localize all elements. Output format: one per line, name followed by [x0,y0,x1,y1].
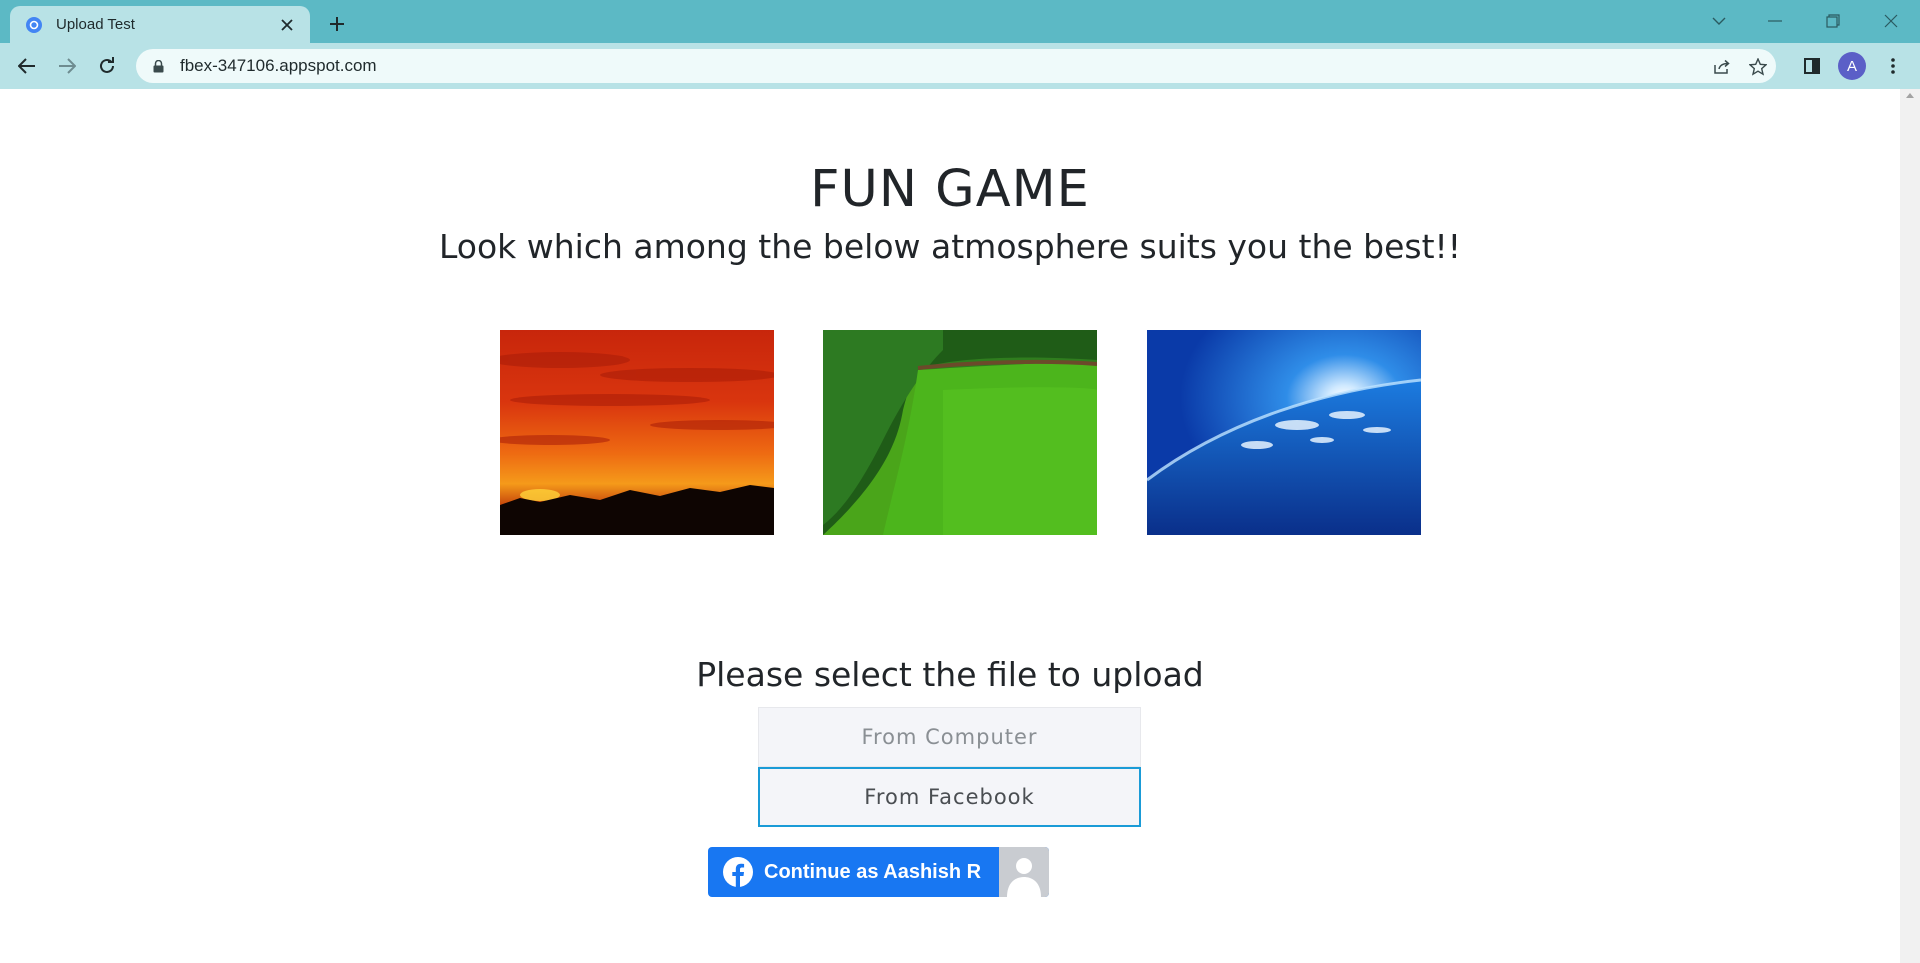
upload-heading: Please select the file to upload [696,655,1204,694]
facebook-continue-label: Continue as Aashish R [764,860,982,883]
profile-avatar[interactable]: A [1838,52,1866,80]
browser-tab[interactable]: Upload Test [10,6,310,43]
from-computer-button[interactable]: From Computer [758,707,1141,767]
address-bar[interactable]: fbex-347106.appspot.com [136,49,1776,83]
vertical-scrollbar[interactable] [1900,89,1920,963]
page-subtitle: Look which among the below atmosphere su… [438,227,1462,266]
side-panel-icon[interactable] [1798,52,1826,80]
forward-icon[interactable] [51,50,83,82]
share-icon[interactable] [1712,57,1732,77]
facebook-continue-button[interactable]: Continue as Aashish R [708,847,1049,897]
from-facebook-button[interactable]: From Facebook [758,767,1141,827]
menu-icon[interactable] [1879,52,1907,80]
tab-title: Upload Test [56,16,135,33]
page-content: FUN GAME Look which among the below atmo… [0,89,1900,963]
browser-toolbar: fbex-347106.appspot.com A [0,43,1920,89]
facebook-profile-avatar [999,847,1049,897]
lock-icon[interactable] [150,58,166,74]
back-icon[interactable] [11,50,43,82]
restore-icon[interactable] [1818,6,1848,36]
new-tab-button[interactable] [322,9,352,39]
page-title: FUN GAME [810,160,1090,219]
lawn-image[interactable] [823,330,1098,535]
minimize-icon[interactable] [1760,6,1790,36]
browser-tab-bar: Upload Test [0,0,1920,43]
close-icon[interactable] [276,14,298,36]
window-close-icon[interactable] [1876,6,1906,36]
url-text: fbex-347106.appspot.com [180,56,377,75]
earth-atmosphere-image[interactable] [1146,330,1422,535]
app-engine-icon [24,15,44,35]
tab-search-icon[interactable] [1704,6,1734,36]
scroll-up-icon[interactable] [1906,93,1914,98]
facebook-logo-icon [723,857,753,887]
reload-icon[interactable] [91,50,123,82]
sunset-image[interactable] [490,330,790,535]
bookmark-star-icon[interactable] [1748,57,1768,77]
